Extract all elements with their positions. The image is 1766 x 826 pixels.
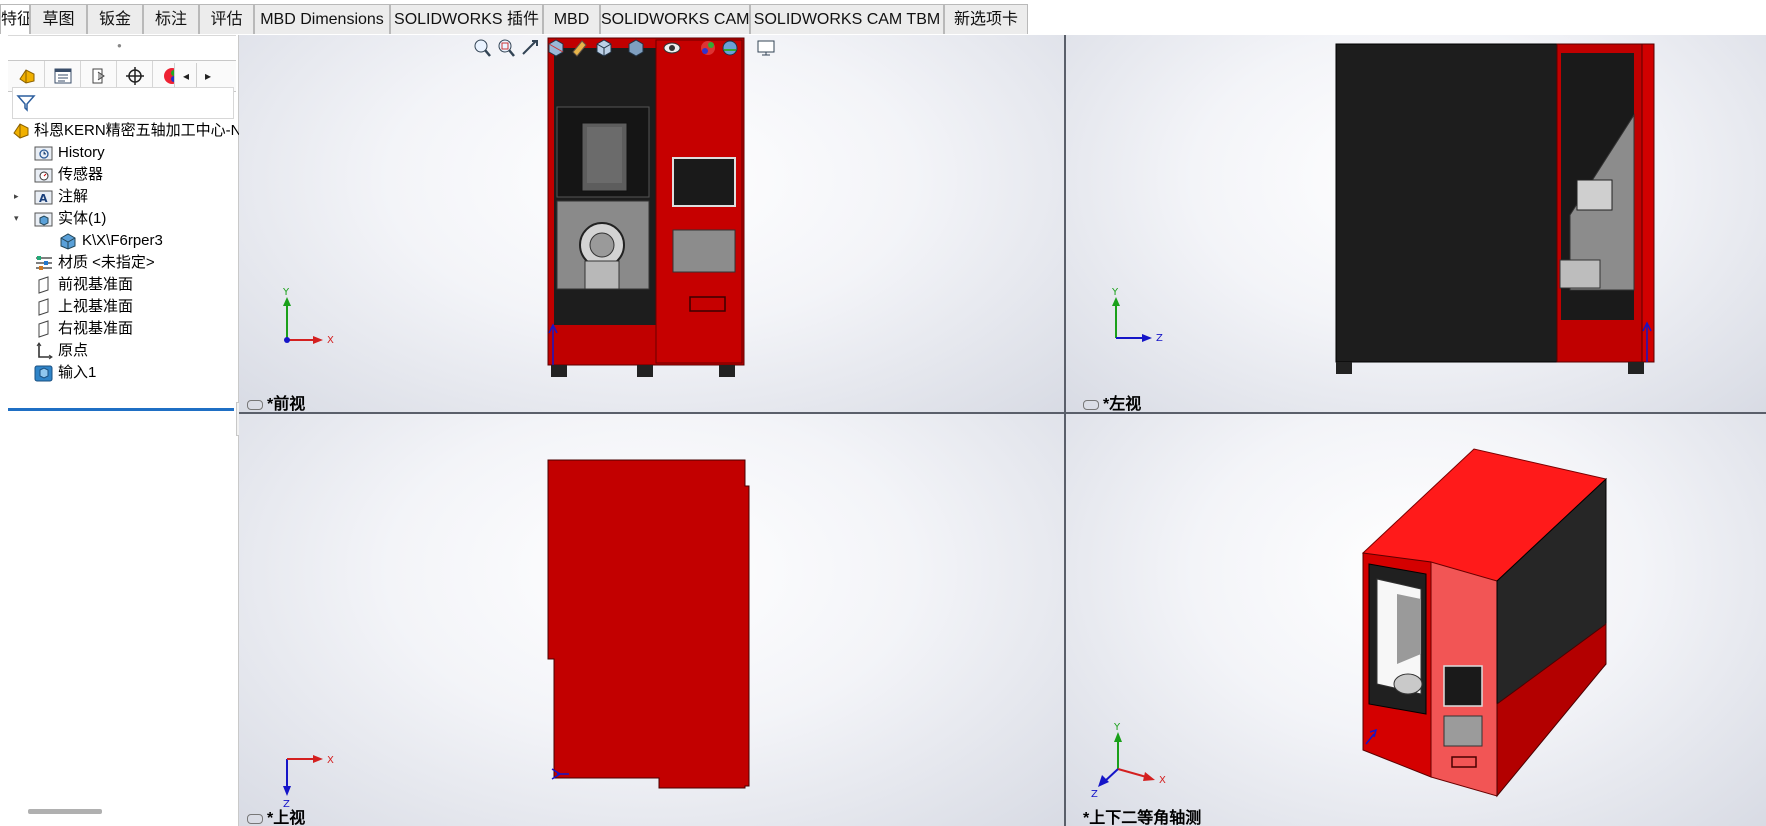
feature-manager-panel: ● ◂ ▸ 科恩KERN精密五轴加工中心-N History 传感器 ▸ A 注… [0, 35, 242, 826]
zoom-to-area-icon[interactable] [496, 38, 516, 58]
view-settings-icon[interactable] [756, 38, 778, 58]
collapse-solid-bodies-icon[interactable]: ▾ [14, 213, 19, 224]
link-views-icon[interactable] [247, 399, 263, 410]
imported-feature-icon [34, 365, 53, 382]
hide-show-items-icon[interactable] [662, 38, 682, 58]
tree-item-label: 实体(1) [58, 210, 107, 227]
history-folder-icon [34, 146, 53, 161]
tab-features[interactable]: 特征 [0, 4, 30, 34]
tree-item-label: 右视基准面 [58, 320, 134, 337]
tabs-scroll-right-button[interactable]: ▸ [196, 63, 219, 89]
horizontal-scrollbar[interactable] [28, 809, 102, 814]
axis-z-label: Z [1156, 333, 1163, 344]
view-orientation-icon[interactable] [594, 38, 614, 58]
tab-mbd[interactable]: MBD [543, 4, 600, 34]
viewport-label: *前视 [247, 390, 305, 412]
plane-icon [38, 276, 49, 294]
axis-x-label: X [327, 335, 334, 346]
viewport-label: *上视 [247, 804, 305, 826]
sensors-folder-icon [34, 168, 53, 183]
viewport-label: *上下二等角轴测 [1083, 810, 1202, 826]
solid-body-icon [60, 233, 76, 250]
configuration-manager-icon [92, 68, 105, 84]
section-view-icon[interactable] [546, 38, 566, 58]
axis-y-label: Y [1113, 722, 1121, 733]
tab-solidworks-cam-tbm[interactable]: SOLIDWORKS CAM TBM [750, 4, 944, 34]
viewport-label: *左视 [1083, 390, 1141, 412]
viewport-top[interactable]: X Z *上视 [239, 414, 1064, 826]
tree-item-label: 前视基准面 [58, 276, 134, 293]
rollback-bar[interactable] [8, 408, 234, 411]
panel-divider [8, 35, 236, 36]
tab-sheet-metal[interactable]: 钣金 [87, 4, 143, 34]
filter-icon [16, 95, 36, 112]
tab-solidworks-cam[interactable]: SOLIDWORKS CAM [600, 4, 750, 34]
display-manager-icon [164, 68, 175, 84]
link-views-icon[interactable] [247, 813, 263, 824]
plane-icon [38, 298, 49, 316]
origin-icon [36, 342, 53, 360]
plane-icon [38, 320, 49, 338]
axis-z-label: Z [1091, 789, 1098, 800]
coordinate-triad: Y X Z [1091, 722, 1166, 800]
viewport-vertical-divider[interactable] [1064, 35, 1066, 826]
display-style-icon[interactable] [626, 38, 646, 58]
tree-item-label: History [58, 144, 105, 161]
zoom-to-fit-icon[interactable] [472, 38, 492, 58]
coordinate-triad: X Z [283, 755, 334, 810]
tree-item-label: K\X\F6rper3 [82, 232, 163, 249]
tree-item-label: 注解 [58, 188, 89, 205]
panel-grip-icon[interactable]: ● [117, 41, 122, 50]
property-manager-icon [54, 68, 72, 84]
feature-tree-filter[interactable] [12, 87, 234, 119]
axis-x-label: X [327, 755, 334, 766]
link-views-icon[interactable] [1083, 399, 1099, 410]
axis-x-label: X [1159, 775, 1166, 786]
coordinate-triad: Y Z [1111, 287, 1163, 344]
tree-item-label: 传感器 [58, 166, 104, 183]
axis-y-label: Y [282, 287, 290, 298]
annotations-folder-icon: A [34, 190, 53, 205]
tab-markup[interactable]: 标注 [143, 4, 199, 34]
edit-appearance-icon[interactable] [698, 38, 718, 58]
tree-item-label: 原点 [58, 342, 89, 359]
heads-up-view-toolbar [466, 36, 826, 60]
tree-item-label: 输入1 [58, 364, 97, 381]
material-icon [36, 256, 52, 270]
command-manager-tabs: 特征 草图 钣金 标注 评估 MBD Dimensions SOLIDWORKS… [0, 0, 1032, 35]
apply-scene-icon[interactable] [720, 38, 740, 58]
tabs-scroll-left-button[interactable]: ◂ [174, 63, 197, 89]
tab-mbd-dimensions[interactable]: MBD Dimensions [254, 4, 390, 34]
tree-root-label: 科恩KERN精密五轴加工中心-N [34, 122, 242, 139]
svg-text:A: A [39, 192, 48, 205]
expand-annotations-icon[interactable]: ▸ [14, 191, 19, 202]
tab-solidworks-addins[interactable]: SOLIDWORKS 插件 [390, 4, 543, 34]
dimxpert-manager-icon [126, 67, 144, 85]
coordinate-triad: Y X [282, 287, 334, 346]
viewport-front[interactable]: Y X *前视 [239, 35, 1064, 412]
tab-evaluate[interactable]: 评估 [199, 4, 254, 34]
feature-manager-icon [19, 69, 35, 84]
dynamic-annotation-icon[interactable] [570, 38, 590, 58]
previous-view-icon[interactable] [520, 38, 540, 58]
viewport-left[interactable]: Y Z *左视 [1066, 35, 1766, 412]
part-icon [13, 123, 29, 139]
viewport-horizontal-divider[interactable] [239, 412, 1766, 414]
tab-new-tab[interactable]: 新选项卡 [944, 4, 1028, 34]
axis-y-label: Y [1111, 287, 1119, 298]
tree-item-label: 材质 <未指定> [58, 254, 155, 271]
solid-bodies-folder-icon [34, 212, 53, 227]
viewport-dimetric[interactable]: Y X Z *上下二等角轴测 [1066, 414, 1766, 826]
tab-sketch[interactable]: 草图 [30, 4, 87, 34]
tree-item-label: 上视基准面 [58, 298, 134, 315]
